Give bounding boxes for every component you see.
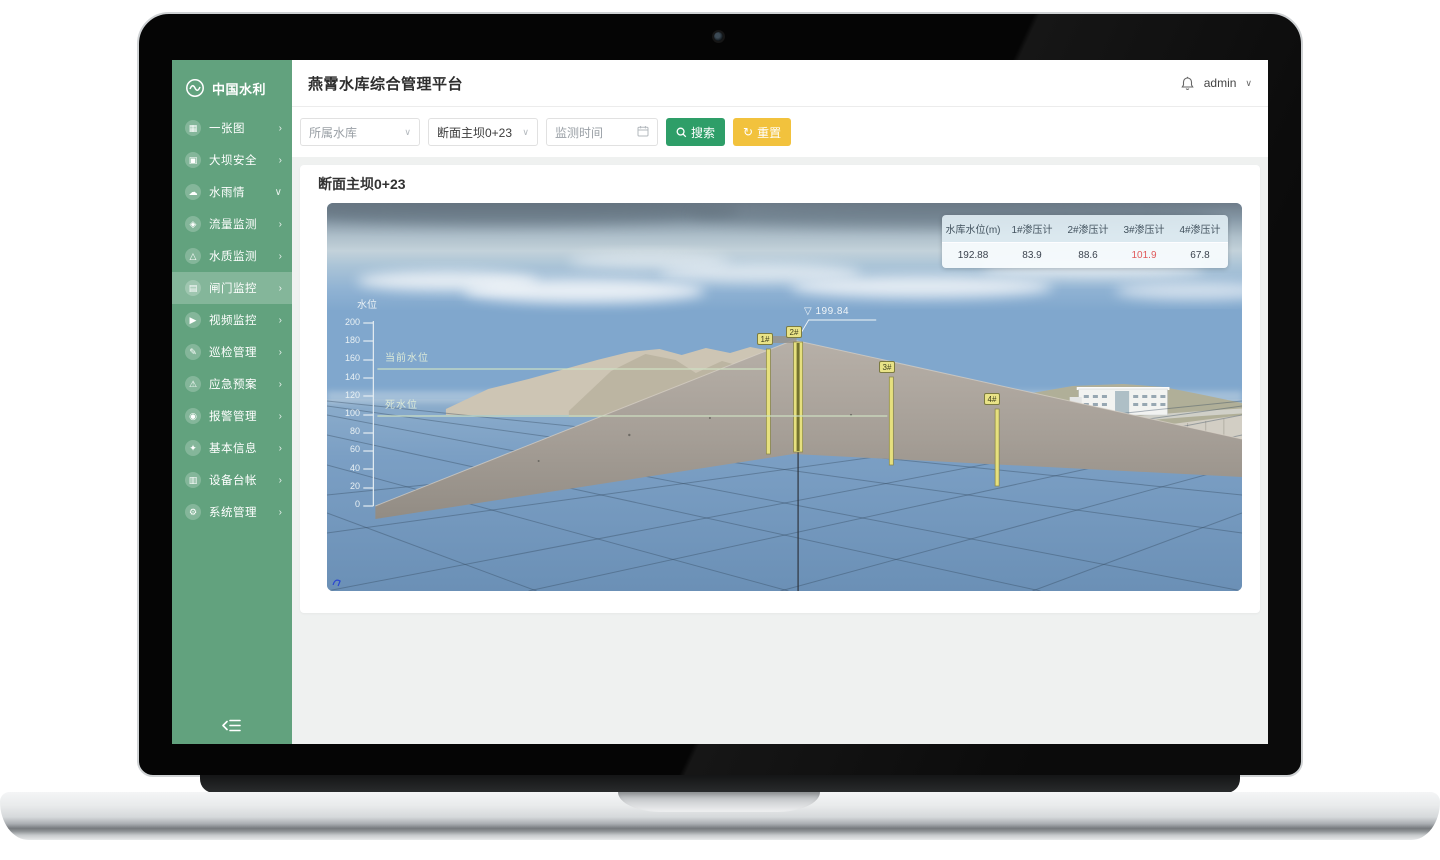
piezometer-2-label: 2# xyxy=(786,326,802,338)
chevron-down-icon: ∨ xyxy=(398,127,411,138)
sidebar-menu: ▦ 一张图 › ▣ 大坝安全 › ☁ 水雨情 ∨ ◈ 流量监测 › xyxy=(172,112,292,528)
map-icon: ▦ xyxy=(185,120,201,136)
sidebar-item-dam-safety[interactable]: ▣ 大坝安全 › xyxy=(172,144,292,176)
piezometer-readings-table: 水库水位(m)1#渗压计 2#渗压计3#渗压计 4#渗压计 192.8883.9… xyxy=(942,215,1228,268)
info-icon: ✦ xyxy=(185,440,201,456)
menu-fold-icon xyxy=(222,717,242,734)
readings-table-header: 水库水位(m)1#渗压计 2#渗压计3#渗压计 4#渗压计 xyxy=(942,215,1228,242)
chevron-down-icon: ∨ xyxy=(275,187,282,198)
inspection-icon: ✎ xyxy=(185,344,201,360)
laptop-base-notch xyxy=(618,792,820,812)
flask-icon: △ xyxy=(185,248,201,264)
axis-title: 水位 xyxy=(357,301,377,311)
monitor-time-input[interactable]: 监测时间 xyxy=(546,118,658,146)
rain-icon: ☁ xyxy=(185,184,201,200)
piezometer-3-label: 3# xyxy=(879,361,895,373)
elevation-annotation: ▽ 199.84 xyxy=(804,307,849,317)
alarm-icon: ◉ xyxy=(185,408,201,424)
piezometer-1-label: 1# xyxy=(757,333,773,345)
ledger-icon: ▥ xyxy=(185,472,201,488)
sidebar-item-one-map[interactable]: ▦ 一张图 › xyxy=(172,112,292,144)
calendar-icon xyxy=(631,125,649,139)
sidebar-item-flow-monitoring[interactable]: ◈ 流量监测 › xyxy=(172,208,292,240)
piezometer-4-label: 4# xyxy=(984,393,1000,405)
search-icon xyxy=(676,127,687,138)
card-title: 断面主坝0+23 xyxy=(318,175,1242,193)
sidebar-item-inspection[interactable]: ✎ 巡检管理 › xyxy=(172,336,292,368)
dead-water-level-label: 死水位 xyxy=(385,401,418,411)
bell-icon[interactable] xyxy=(1180,76,1195,91)
app-screen: 中国水利 ▦ 一张图 › ▣ 大坝安全 › ☁ 水雨情 ∨ xyxy=(172,60,1268,744)
sidebar-item-video-monitoring[interactable]: ▶ 视频监控 › xyxy=(172,304,292,336)
dam-3d-view[interactable]: 水位 200180 160140 120100 8060 4020 0 当前水位… xyxy=(327,203,1242,591)
reservoir-select[interactable]: 所属水库 ∨ xyxy=(300,118,420,146)
sidebar-item-water-rain[interactable]: ☁ 水雨情 ∨ xyxy=(172,176,292,208)
laptop-camera xyxy=(714,32,723,41)
top-header: 燕霄水库综合管理平台 admin ∨ xyxy=(292,60,1268,107)
gate-icon: ▤ xyxy=(185,280,201,296)
current-water-level-label: 当前水位 xyxy=(385,354,429,364)
chevron-right-icon: › xyxy=(279,411,282,422)
sidebar-item-gate-monitoring[interactable]: ▤ 闸门监控 › xyxy=(172,272,292,304)
readings-table-values: 192.8883.9 88.6101.9 67.8 xyxy=(942,242,1228,268)
chevron-down-icon[interactable]: ∨ xyxy=(1245,78,1252,89)
page-title: 燕霄水库综合管理平台 xyxy=(308,73,463,94)
chevron-right-icon: › xyxy=(279,475,282,486)
main-area: 燕霄水库综合管理平台 admin ∨ 所属水库 ∨ 断面主 xyxy=(292,60,1268,744)
chevron-right-icon: › xyxy=(279,315,282,326)
brand-logo: 中国水利 xyxy=(172,60,292,112)
sidebar-item-basic-info[interactable]: ✦ 基本信息 › xyxy=(172,432,292,464)
laptop-hinge xyxy=(200,775,1240,793)
warning-icon: ⚠ xyxy=(185,376,201,392)
sidebar-item-equipment-ledger[interactable]: ▥ 设备台帐 › xyxy=(172,464,292,496)
gear-icon: ⚙ xyxy=(185,504,201,520)
brand-name: 中国水利 xyxy=(212,79,266,98)
search-button[interactable]: 搜索 xyxy=(666,118,725,146)
chevron-right-icon: › xyxy=(279,155,282,166)
chevron-right-icon: › xyxy=(279,123,282,134)
user-name[interactable]: admin xyxy=(1204,76,1237,90)
chevron-down-icon: ∨ xyxy=(516,127,529,138)
sidebar-collapse-button[interactable] xyxy=(172,717,292,734)
sidebar-item-water-quality[interactable]: △ 水质监测 › xyxy=(172,240,292,272)
axis-tick-labels: 200180 160140 120100 8060 4020 0 xyxy=(327,317,360,509)
chevron-right-icon: › xyxy=(279,379,282,390)
flow-icon: ◈ xyxy=(185,216,201,232)
chevron-right-icon: › xyxy=(279,507,282,518)
reset-button[interactable]: ↻ 重置 xyxy=(733,118,791,146)
sidebar-item-system-management[interactable]: ⚙ 系统管理 › xyxy=(172,496,292,528)
chevron-right-icon: › xyxy=(279,347,282,358)
sidebar-item-emergency-plan[interactable]: ⚠ 应急预案 › xyxy=(172,368,292,400)
dam-icon: ▣ xyxy=(185,152,201,168)
video-icon: ▶ xyxy=(185,312,201,328)
refresh-icon: ↻ xyxy=(743,126,753,138)
filter-bar: 所属水库 ∨ 断面主坝0+23 ∨ 监测时间 xyxy=(292,107,1268,157)
water-emblem-icon xyxy=(185,78,205,98)
content-area: 断面主坝0+23 xyxy=(292,157,1268,744)
sidebar-item-alarm-management[interactable]: ◉ 报警管理 › xyxy=(172,400,292,432)
section-card: 断面主坝0+23 xyxy=(300,165,1260,613)
alert-value: 101.9 xyxy=(1116,243,1172,268)
chevron-right-icon: › xyxy=(279,283,282,294)
section-select[interactable]: 断面主坝0+23 ∨ xyxy=(428,118,538,146)
sidebar: 中国水利 ▦ 一张图 › ▣ 大坝安全 › ☁ 水雨情 ∨ xyxy=(172,60,292,744)
chevron-right-icon: › xyxy=(279,219,282,230)
laptop-frame: 中国水利 ▦ 一张图 › ▣ 大坝安全 › ☁ 水雨情 ∨ xyxy=(0,0,1440,860)
chevron-right-icon: › xyxy=(279,443,282,454)
chevron-right-icon: › xyxy=(279,251,282,262)
